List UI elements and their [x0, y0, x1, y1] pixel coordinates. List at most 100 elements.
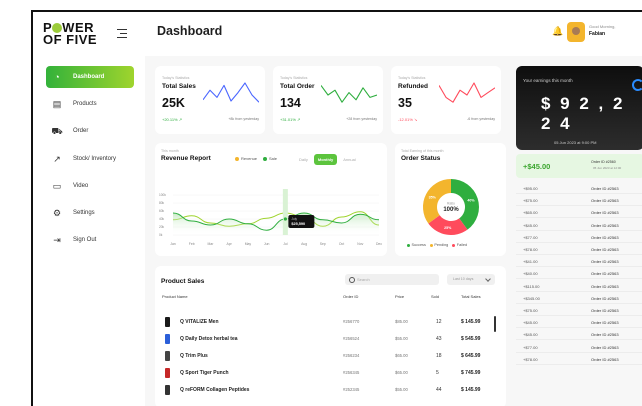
- product-name: Q Daily Detox herbal tea: [180, 336, 238, 342]
- sidebar-item-stock-inventory[interactable]: ↗ Stock/ Inventory: [46, 148, 134, 170]
- total-sales: $ 145.99: [461, 319, 481, 325]
- hover-highlight: [282, 189, 288, 235]
- transaction-amount: +$65.00: [523, 210, 538, 216]
- sidebar-item-label: Order: [73, 128, 89, 135]
- sidebar-item-settings[interactable]: ⚙ Settings: [46, 202, 134, 224]
- product-thumbnail: [165, 351, 170, 361]
- transaction-row[interactable]: +$75.00 Order ID #2563: [516, 304, 642, 316]
- sparkline-path: [321, 85, 377, 103]
- sidebar-item-sign-out[interactable]: ⇥ Sign Out: [46, 229, 134, 251]
- revenue-report-card: This month Revenue Report Revenue Sale D…: [155, 143, 387, 256]
- y-tick-label: 100k: [159, 193, 166, 197]
- legend-dot: [407, 243, 410, 247]
- bell-icon[interactable]: 🔔: [552, 26, 563, 37]
- y-tick-label: 40k: [159, 217, 165, 221]
- stat-footnote: +28 from yesterday: [346, 117, 377, 121]
- x-tick-label: Sep: [320, 242, 326, 246]
- transaction-row[interactable]: +$65.00 Order ID #2563: [516, 206, 642, 219]
- transaction-row[interactable]: +$41.00 Order ID #2563: [516, 255, 642, 268]
- transaction-amount: +$78.00: [523, 356, 538, 362]
- logout-icon: ⇥: [53, 235, 61, 246]
- stat-label: Total Order: [280, 83, 315, 90]
- y-tick-label: 20k: [159, 225, 165, 229]
- total-sales: $ 145.99: [461, 387, 481, 393]
- product-thumbnail: [165, 385, 170, 395]
- order-status-donut: 40% 25% 35% Ratio100%: [423, 179, 479, 235]
- transaction-row[interactable]: +$345.00 Order ID #2563: [516, 292, 642, 304]
- stat-caption: Today's Statistics: [162, 76, 190, 80]
- price: $85.00: [395, 319, 408, 324]
- cart-icon: ⛟: [51, 126, 63, 137]
- top-bar: Dashboard 🔔 Good Morning, Fabian: [145, 12, 642, 56]
- transaction-row[interactable]: +$77.00 Order ID #2563: [516, 231, 642, 243]
- sidebar-item-video[interactable]: ▭ Video: [46, 175, 134, 197]
- sidebar-item-order[interactable]: ⛟ Order: [46, 120, 134, 142]
- transaction-date: 05 Jun 2023 at 12:00: [593, 166, 622, 170]
- transaction-amount: +$77.00: [523, 344, 538, 350]
- transaction-amount: +$77.00: [523, 234, 538, 240]
- sidebar-item-dashboard[interactable]: ◔ Dashboard: [46, 66, 134, 88]
- donut-center-label: Ratio: [447, 202, 455, 206]
- transaction-row[interactable]: +$78.00 Order ID #2563: [516, 243, 642, 255]
- legend-dot: [429, 243, 433, 247]
- stat-change: -12.01% ↘: [398, 117, 418, 122]
- stat-label: Total Sales: [162, 83, 196, 90]
- table-scrollbar[interactable]: [494, 316, 496, 332]
- table-row[interactable]: Q Trim Plus #256234 $65.00 18 $ 645.99: [155, 348, 506, 365]
- sold-count: 5: [436, 370, 439, 376]
- transaction-order-id: Order ID #2563: [591, 271, 619, 277]
- product-thumbnail: [165, 334, 170, 344]
- sidebar-item-label: Settings: [73, 209, 95, 216]
- transaction-amount: +$75.00: [523, 308, 538, 313]
- order-id: #256234: [343, 353, 360, 358]
- stat-footnote: -6 from yesterday: [467, 117, 495, 121]
- search-input[interactable]: Search: [345, 274, 439, 285]
- transaction-row[interactable]: +$95.00 Order ID #2563: [516, 182, 642, 194]
- transaction-row[interactable]: +$75.00 Order ID #2563: [516, 194, 642, 207]
- sidebar-item-label: Products: [73, 101, 97, 108]
- date-filter-select[interactable]: Last 10 days: [447, 274, 495, 285]
- transaction-row[interactable]: +$45.00 Order ID #2563: [516, 328, 642, 341]
- x-tick-label: Mar: [208, 242, 215, 246]
- order-status-card: Total Earning of this month Order Status…: [395, 143, 506, 256]
- transaction-row[interactable]: +$40.00 Order ID #2563: [516, 267, 642, 280]
- legend-success: Success: [407, 243, 426, 247]
- transaction-row[interactable]: +$78.00 Order ID #2563: [516, 353, 642, 365]
- product-name: Q VITALIZE Men: [180, 319, 219, 325]
- earnings-date: 05 Jun 2023 at 9:00 PM: [554, 140, 597, 145]
- sold-count: 12: [436, 319, 442, 325]
- transaction-order-id: Order ID #2563: [591, 332, 619, 338]
- x-tick-label: Nov: [357, 242, 363, 246]
- pie-chart-icon: ◔: [54, 72, 60, 82]
- table-row[interactable]: Q Daily Detox herbal tea #256524 $55.00 43 $…: [155, 331, 506, 348]
- sparkline: [321, 85, 377, 103]
- transaction-row[interactable]: +$77.00 Order ID #2563: [516, 341, 642, 353]
- transaction-order-id: Order ID #2563: [591, 259, 619, 265]
- earnings-card: Your earnings this month $ 9 2 , 2 2 4 0…: [516, 66, 642, 150]
- transaction-highlight[interactable]: +$45.00 Order ID #2560 05 Jun 2023 at 12…: [516, 154, 642, 178]
- sidebar-nav: ◔ Dashboard ▤ Products ⛟ Order ↗ Stock/ Invento…: [46, 66, 134, 256]
- transaction-amount: +$345.00: [523, 295, 540, 301]
- sidebar-item-products[interactable]: ▤ Products: [46, 93, 134, 115]
- transaction-order-id: Order ID #2563: [591, 344, 619, 350]
- avatar[interactable]: [567, 22, 585, 42]
- col-order-id: Order ID: [343, 294, 359, 299]
- stat-footnote: +8k from yesterday: [228, 117, 259, 121]
- table-row[interactable]: Q VITALIZE Men #256770 $85.00 12 $ 145.99: [155, 314, 506, 331]
- total-sales: $ 745.99: [461, 370, 481, 376]
- table-row[interactable]: Q Sport Tiger Punch #256345 $65.00 5 $ 745.9…: [155, 365, 506, 382]
- sidebar-item-label: Sign Out: [73, 237, 97, 244]
- stat-value: 35: [398, 96, 412, 110]
- transaction-row[interactable]: +$45.00 Order ID #2563: [516, 219, 642, 231]
- donut-slice-label: 40%: [467, 199, 475, 203]
- total-sales: $ 545.99: [461, 336, 481, 342]
- stat-card-refunded: Today's Statistics Refunded 35 -12.01% ↘ -6 …: [391, 66, 501, 134]
- sparkline: [203, 82, 259, 103]
- menu-toggle-icon[interactable]: [117, 29, 127, 41]
- transaction-row[interactable]: +$45.00 Order ID #2563: [516, 316, 642, 329]
- stat-caption: Today's Statistics: [398, 76, 426, 80]
- transaction-row[interactable]: +$115.00 Order ID #2563: [516, 280, 642, 292]
- sidebar: P WER OF FIVE ◔ Dashboard ▤ Products ⛟ Order ↗ S…: [33, 12, 145, 406]
- sparkline-path: [203, 82, 259, 103]
- table-row[interactable]: Q reFORM Collagen Peptides #252345 $55.00 4…: [155, 382, 506, 399]
